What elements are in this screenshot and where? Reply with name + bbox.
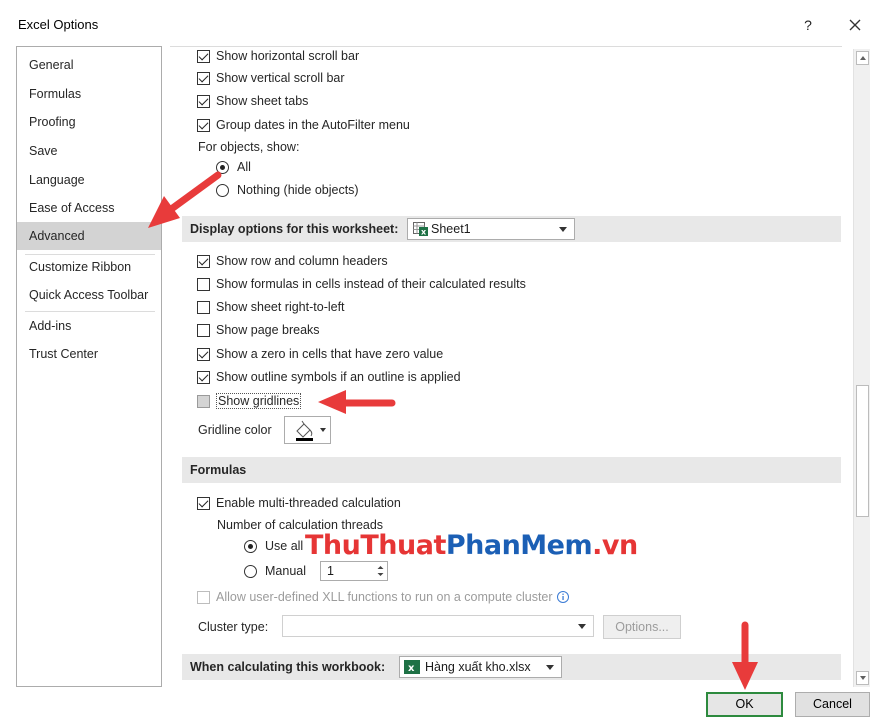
show-gridlines-option[interactable]: Show gridlines — [197, 391, 302, 411]
radio-button[interactable] — [216, 160, 229, 174]
checkbox[interactable] — [197, 300, 210, 314]
checkbox[interactable] — [197, 370, 210, 384]
sidebar-item-add-ins[interactable]: Add-ins — [17, 312, 161, 340]
chevron-down-icon — [546, 665, 554, 670]
paint-bucket-icon — [296, 420, 326, 441]
close-button[interactable] — [842, 12, 868, 38]
sidebar-item-proofing[interactable]: Proofing — [17, 108, 161, 136]
enable-multithreaded-option[interactable]: Enable multi-threaded calculation — [197, 493, 401, 513]
show-vertical-scroll-bar-option[interactable]: Show vertical scroll bar — [197, 68, 345, 88]
excel-sheet-icon: x — [413, 222, 429, 237]
checkbox[interactable] — [197, 394, 210, 408]
checkbox[interactable] — [197, 277, 210, 291]
manual-threads-radio[interactable]: Manual — [244, 561, 306, 581]
use-all-processors-radio[interactable]: Use all — [244, 536, 303, 556]
checkbox[interactable] — [197, 496, 210, 510]
show-formulas-option[interactable]: Show formulas in cells instead of their … — [197, 274, 526, 294]
radio-button[interactable] — [216, 183, 229, 197]
manual-threads-stepper[interactable]: 1 — [320, 561, 388, 581]
cancel-button[interactable]: Cancel — [795, 692, 870, 717]
options-sidebar: General Formulas Proofing Save Language … — [16, 46, 162, 687]
close-icon — [849, 19, 861, 31]
svg-text:x: x — [421, 228, 427, 237]
scroll-thumb[interactable] — [856, 385, 869, 517]
chevron-down-icon — [578, 624, 586, 629]
group-dates-option[interactable]: Group dates in the AutoFilter menu — [197, 115, 410, 135]
cluster-type-select[interactable] — [282, 615, 594, 637]
gridline-color-picker[interactable] — [284, 416, 331, 444]
checkbox[interactable] — [197, 347, 210, 361]
formulas-section-header: Formulas — [182, 457, 841, 483]
for-objects-label: For objects, show: — [198, 140, 300, 154]
checkbox[interactable] — [197, 118, 210, 132]
sidebar-item-save[interactable]: Save — [17, 137, 161, 165]
checkbox[interactable] — [197, 254, 210, 268]
stepper-arrows-icon[interactable] — [376, 564, 385, 578]
title-bar: Excel Options ? — [0, 0, 870, 46]
sidebar-item-general[interactable]: General — [17, 51, 161, 79]
show-sheet-rtl-option[interactable]: Show sheet right-to-left — [197, 297, 345, 317]
show-zero-option[interactable]: Show a zero in cells that have zero valu… — [197, 344, 443, 364]
chevron-down-icon — [860, 676, 866, 680]
show-page-breaks-option[interactable]: Show page breaks — [197, 320, 320, 340]
dialog-title: Excel Options — [18, 17, 99, 32]
show-sheet-tabs-option[interactable]: Show sheet tabs — [197, 91, 308, 111]
checkbox[interactable] — [197, 49, 210, 63]
checkbox[interactable] — [197, 590, 210, 604]
watermark-logo: ThuThuatPhanMem.vn — [305, 530, 638, 561]
chevron-down-icon — [559, 227, 567, 232]
sidebar-item-formulas[interactable]: Formulas — [17, 80, 161, 108]
show-row-column-headers-option[interactable]: Show row and column headers — [197, 251, 388, 271]
chevron-up-icon — [860, 56, 866, 60]
cluster-options-button[interactable]: Options... — [603, 615, 681, 639]
sidebar-item-ease-of-access[interactable]: Ease of Access — [17, 194, 161, 222]
checkbox[interactable] — [197, 94, 210, 108]
info-icon[interactable] — [556, 590, 570, 604]
scroll-up-button[interactable] — [856, 51, 869, 65]
show-outline-option[interactable]: Show outline symbols if an outline is ap… — [197, 367, 461, 387]
ok-button[interactable]: OK — [706, 692, 783, 717]
vertical-scrollbar[interactable] — [853, 49, 870, 687]
worksheet-select[interactable]: x Sheet1 — [407, 218, 575, 240]
radio-button[interactable] — [244, 539, 257, 553]
scroll-down-button[interactable] — [856, 671, 869, 685]
radio-button[interactable] — [244, 564, 257, 578]
workbook-select-value: Hàng xuất kho.xlsx — [425, 660, 531, 674]
sidebar-item-quick-access-toolbar[interactable]: Quick Access Toolbar — [17, 281, 161, 309]
excel-file-icon: x — [404, 660, 420, 674]
worksheet-select-value: Sheet1 — [431, 222, 471, 236]
workbook-select[interactable]: x Hàng xuất kho.xlsx — [399, 656, 562, 678]
sidebar-item-trust-center[interactable]: Trust Center — [17, 340, 161, 368]
show-horizontal-scroll-bar-option[interactable]: Show horizontal scroll bar — [197, 46, 359, 66]
cluster-type-label: Cluster type: — [198, 620, 269, 634]
sidebar-item-advanced[interactable]: Advanced — [17, 222, 161, 250]
checkbox[interactable] — [197, 323, 210, 337]
sidebar-item-customize-ribbon[interactable]: Customize Ribbon — [17, 253, 161, 281]
checkbox[interactable] — [197, 71, 210, 85]
sidebar-item-language[interactable]: Language — [17, 166, 161, 194]
help-button[interactable]: ? — [797, 14, 819, 36]
allow-xll-option[interactable]: Allow user-defined XLL functions to run … — [197, 587, 570, 607]
objects-all-radio[interactable]: All — [216, 157, 251, 177]
svg-text:x: x — [408, 663, 415, 674]
gridline-color-label: Gridline color — [198, 423, 272, 437]
objects-nothing-radio[interactable]: Nothing (hide objects) — [216, 180, 359, 200]
